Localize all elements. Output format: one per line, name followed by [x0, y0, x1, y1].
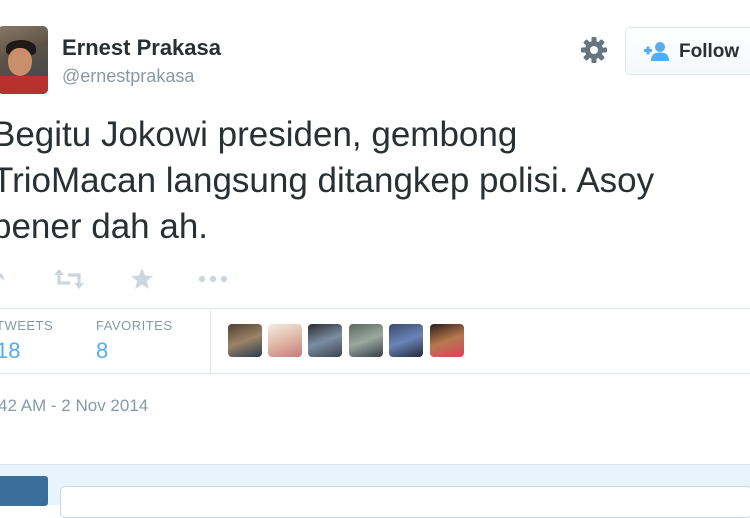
tweet-text-line: TrioMacan langsung ditangkep polisi. Aso… — [0, 161, 655, 200]
favoriter-avatar[interactable] — [349, 324, 383, 357]
author-avatar[interactable] — [0, 26, 48, 94]
follow-button[interactable]: Follow — [625, 27, 750, 75]
author-name[interactable]: Ernest Prakasa — [62, 35, 221, 61]
reply-input[interactable] — [60, 486, 750, 518]
favoriter-avatar[interactable] — [228, 324, 262, 357]
retweets-label: TWEETS — [0, 318, 54, 333]
avatar-face — [8, 48, 32, 76]
favoriter-avatar[interactable] — [389, 324, 423, 357]
tweet-text-line: bener dah ah. — [0, 207, 209, 246]
follow-label: Follow — [679, 41, 740, 62]
retweets-count: 18 — [0, 338, 21, 363]
tweet-timestamp[interactable]: 42 AM - 2 Nov 2014 — [0, 396, 148, 416]
favorites-label: FAVORITES — [96, 318, 173, 333]
stats-divider-top — [0, 308, 750, 309]
reply-icon[interactable] — [0, 264, 4, 294]
avatar-shirt — [0, 76, 48, 94]
star-icon[interactable] — [130, 264, 154, 294]
favoriter-avatar[interactable] — [430, 324, 464, 357]
stats-divider-bottom — [0, 373, 750, 374]
add-user-icon — [644, 42, 669, 61]
favoriter-avatar[interactable] — [308, 324, 342, 357]
favoriter-avatar[interactable] — [268, 324, 302, 357]
tweet-text: Begitu Jokowi presiden, gembong TrioMaca… — [0, 112, 750, 250]
more-icon[interactable] — [198, 264, 228, 294]
tweet-text-line: Begitu Jokowi presiden, gembong — [0, 115, 518, 154]
gear-icon[interactable] — [578, 34, 610, 66]
favorites-count: 8 — [96, 338, 109, 363]
stats-separator — [210, 310, 211, 373]
retweet-icon[interactable] — [54, 264, 84, 294]
author-handle[interactable]: @ernestprakasa — [62, 66, 194, 87]
current-user-avatar — [0, 476, 48, 506]
